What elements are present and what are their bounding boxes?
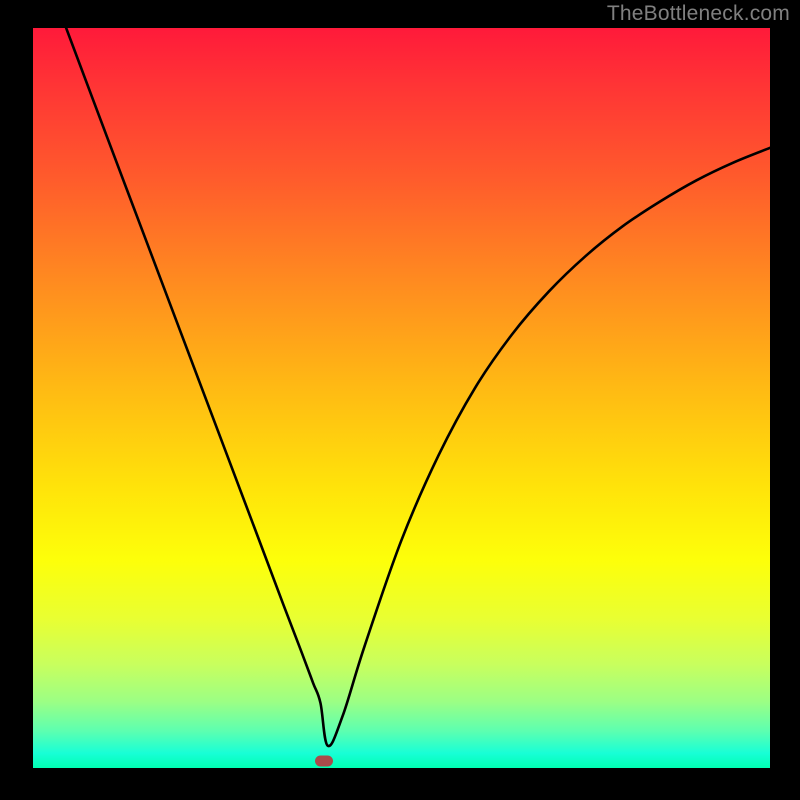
watermark-text: TheBottleneck.com [607, 2, 790, 26]
bottleneck-curve-path [66, 28, 770, 746]
minimum-marker [315, 755, 333, 766]
chart-frame: TheBottleneck.com [0, 0, 800, 800]
curve-svg [33, 28, 770, 768]
plot-area [33, 28, 770, 768]
